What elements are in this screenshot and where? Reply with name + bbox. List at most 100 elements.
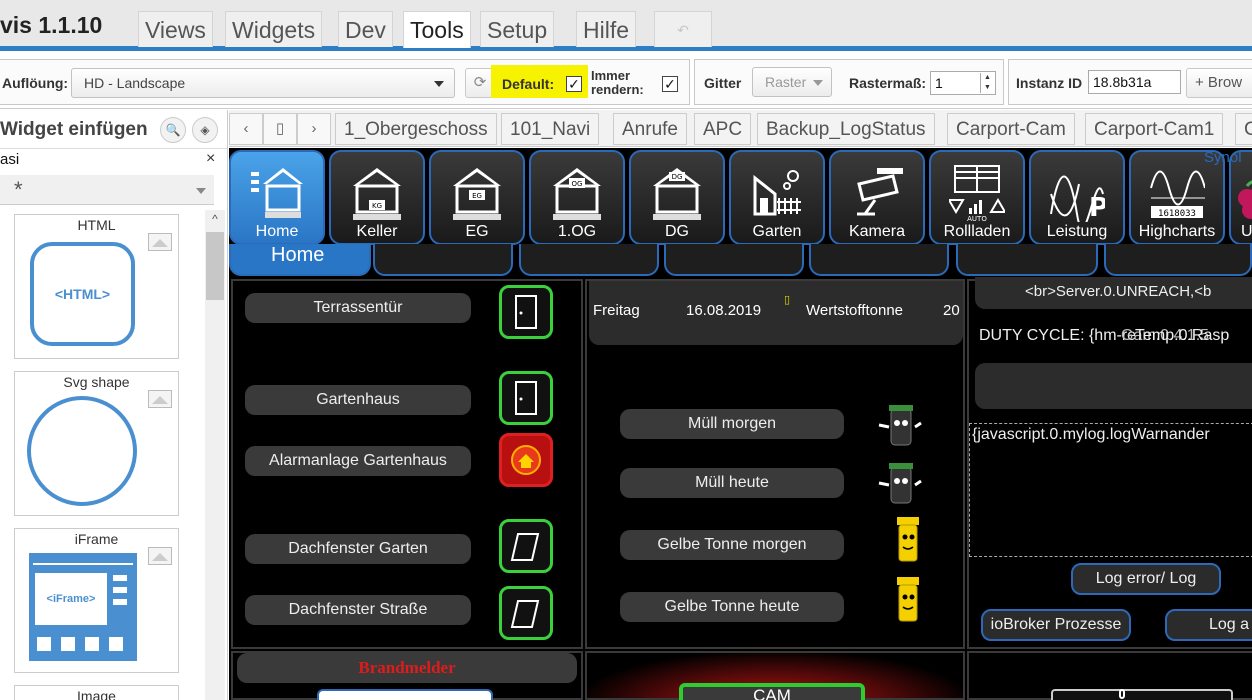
grid-size-input[interactable]: 1 ▲ ▼ [930, 71, 996, 95]
widget-palette-title: Widget einfügen [0, 119, 148, 140]
nav-tile-1og[interactable]: OG 1.OG [529, 150, 625, 245]
instance-input[interactable]: 18.8b31a [1088, 70, 1181, 94]
svg-text:P: P [1089, 193, 1105, 222]
view-tab[interactable]: 1_Obergeschoss [335, 113, 497, 145]
nav-tile-keller[interactable]: KG Keller [329, 150, 425, 245]
sub-navigation: Home [229, 244, 1252, 278]
menu-tab-hilfe[interactable]: Hilfe [576, 11, 637, 47]
nav-tile-garten[interactable]: Garten [729, 150, 825, 245]
widget-set-select[interactable]: * [0, 175, 214, 205]
sensor-label: Gartenhaus [245, 385, 471, 415]
subnav-cell[interactable] [373, 244, 513, 276]
waste-item-label: Müll morgen [620, 409, 844, 439]
nav-tile-eg[interactable]: EG EG [429, 150, 525, 245]
yellow-bin-figure-icon [897, 577, 919, 622]
scrollbar-thumb[interactable] [206, 232, 224, 300]
subnav-cell[interactable] [519, 244, 659, 276]
roof-window-closed-icon[interactable] [499, 519, 553, 573]
close-icon[interactable]: × [206, 150, 215, 168]
widget-card-html[interactable]: HTML <HTML> [14, 214, 179, 359]
view-tab[interactable]: APC [694, 113, 752, 145]
nav-tile-home[interactable]: Home [229, 150, 325, 245]
smoke-detector-widget[interactable] [317, 689, 493, 700]
default-checkbox[interactable]: ✓ [566, 76, 582, 92]
sensor-panel: Terrassentür Gartenhaus Alarmanlage Gart… [231, 279, 583, 649]
view-tab[interactable]: C [1235, 113, 1252, 145]
smoke-detector-panel: Brandmelder [231, 651, 583, 700]
smoke-detector-title: Brandmelder [237, 653, 577, 683]
right-bottom-panel [967, 651, 1252, 700]
spinner-icon[interactable]: ▲ ▼ [980, 73, 994, 93]
view-tab[interactable]: Anrufe [613, 113, 687, 145]
undo-button[interactable]: ↶ [654, 11, 712, 47]
menu-bar: vis 1.1.10 Views Widgets Dev Tools Setup… [0, 0, 1252, 51]
cam-button[interactable]: CAM [679, 683, 865, 700]
image-icon [148, 547, 172, 565]
menu-tab-setup[interactable]: Setup [480, 11, 555, 47]
chevron-up-icon[interactable]: ^ [205, 212, 225, 226]
subnav-cell[interactable] [664, 244, 804, 276]
widget-card-title: iFrame [74, 531, 119, 547]
grid-select[interactable]: Raster [752, 67, 832, 97]
nav-tile-label: U [1241, 223, 1252, 240]
chevron-right-icon[interactable]: › [297, 113, 331, 145]
chevron-down-icon [813, 80, 823, 86]
bin-icon: ▯ [784, 294, 791, 306]
always-render-checkbox[interactable]: ✓ [662, 76, 678, 92]
view-tab[interactable]: Backup_LogStatus [757, 113, 935, 145]
waste-item-label: Müll heute [620, 468, 844, 498]
view-tab[interactable]: Carport-Cam [947, 113, 1075, 145]
menu-tab-dev[interactable]: Dev [338, 11, 393, 47]
browse-button[interactable]: + Brow [1186, 68, 1252, 98]
log-all-button[interactable]: Log a [1165, 609, 1252, 641]
widget-card-iframe[interactable]: iFrame <iFrame> [14, 528, 179, 673]
scrollbar[interactable]: ^ [205, 210, 225, 700]
nav-tile-dg[interactable]: DG DG [629, 150, 725, 245]
subnav-home[interactable]: Home [229, 244, 371, 276]
door-closed-icon[interactable] [499, 285, 553, 339]
svg-text:AUTO: AUTO [967, 215, 987, 222]
waste-days-left: 20 [943, 302, 960, 319]
nav-tile-label: Kamera [848, 223, 906, 240]
subnav-cell[interactable] [809, 244, 949, 276]
house-og-icon: OG [553, 168, 601, 220]
chevron-down-icon [434, 81, 444, 87]
chevron-left-icon[interactable]: ‹ [229, 113, 263, 145]
resolution-select[interactable]: HD - Landscape [71, 68, 455, 98]
subnav-cell[interactable] [956, 244, 1098, 276]
trash-icon[interactable]: ▯ [263, 113, 297, 145]
system-panel: <br>Server.0.UNREACH,<b DUTY CYCLE: {hm-… [967, 277, 1252, 649]
view-tab[interactable]: Carport-Cam1 [1085, 113, 1224, 145]
nav-tile-kamera[interactable]: Kamera [829, 150, 925, 245]
widget-card-image[interactable]: Image [14, 685, 179, 700]
svg-text:EG: EG [472, 192, 482, 200]
house-eg-icon: EG [453, 168, 501, 220]
door-closed-icon[interactable] [499, 371, 553, 425]
svg-text:1618033: 1618033 [1158, 209, 1196, 219]
bottom-widget[interactable] [1051, 689, 1233, 700]
filter-input[interactable]: asi [0, 151, 19, 168]
log-text: {javascript.0.mylog.logWarnander [972, 426, 1210, 443]
subnav-cell[interactable] [1104, 244, 1252, 276]
raspberry-icon [1238, 180, 1252, 219]
waste-item-label: Gelbe Tonne morgen [620, 530, 844, 560]
nav-tile-rollladen[interactable]: AUTO Rollladen [929, 150, 1025, 245]
iobroker-processes-button[interactable]: ioBroker Prozesse [981, 609, 1131, 641]
chevron-down-icon [196, 188, 206, 194]
nav-tile-leistung[interactable]: P Leistung [1029, 150, 1125, 245]
menu-tab-widgets[interactable]: Widgets [225, 11, 323, 47]
menu-tab-tools[interactable]: Tools [403, 11, 471, 48]
roof-window-closed-icon[interactable] [499, 586, 553, 640]
view-tab[interactable]: 101_Navi [501, 113, 600, 145]
widget-card-title: Svg shape [63, 374, 130, 390]
log-error-button[interactable]: Log error/ Log [1071, 563, 1221, 595]
widget-card-svg-shape[interactable]: Svg shape [14, 371, 179, 516]
circle-shape-icon [27, 396, 137, 506]
always-render-label: Immer rendern: [591, 68, 644, 97]
alarm-home-icon[interactable] [499, 433, 553, 487]
menu-tab-views[interactable]: Views [138, 11, 213, 47]
search-icon[interactable]: 🔍 [160, 117, 186, 143]
lock-icon [1119, 689, 1125, 699]
server-status-text: <br>Server.0.UNREACH,<b [1025, 283, 1212, 300]
tag-icon[interactable]: ◈ [192, 117, 218, 143]
